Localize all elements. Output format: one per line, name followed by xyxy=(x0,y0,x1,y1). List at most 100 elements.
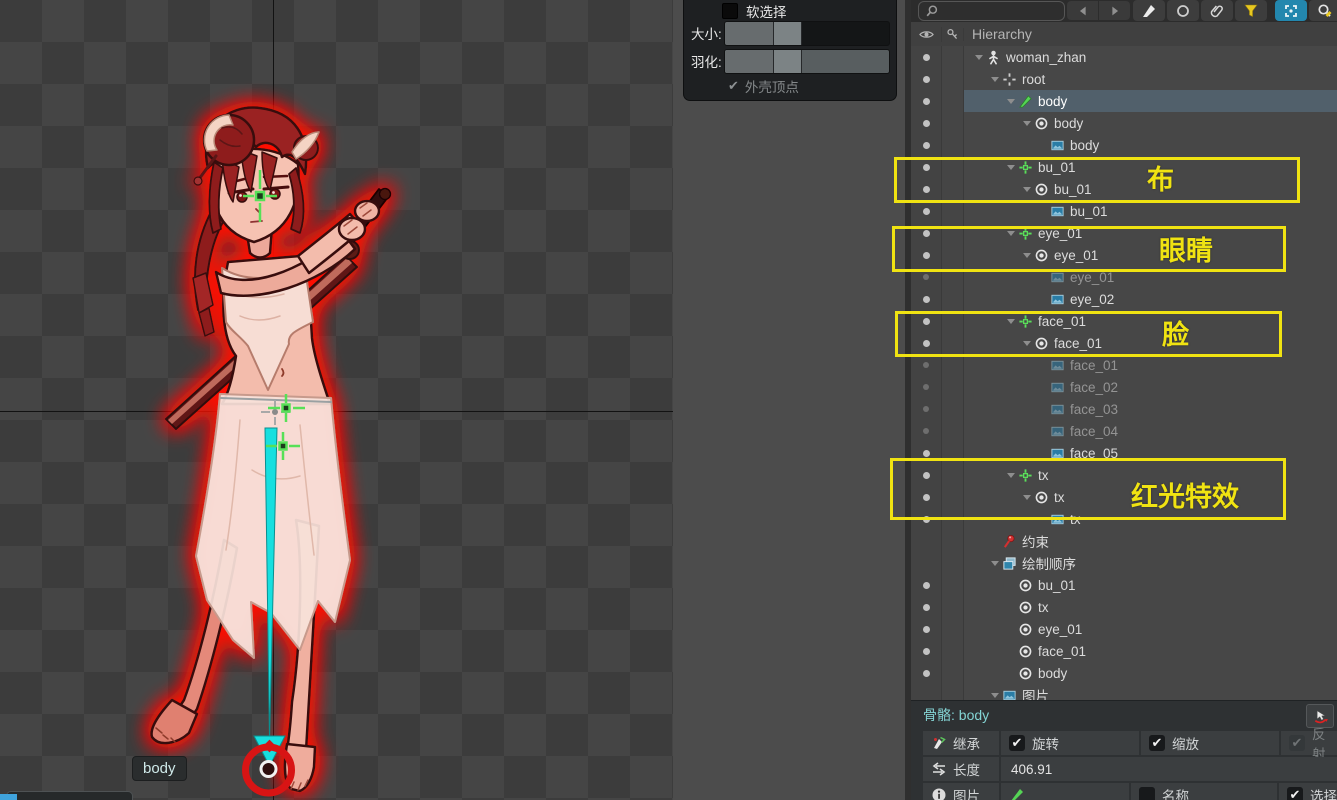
tree-row-bone[interactable]: eye_01 xyxy=(911,222,1337,244)
visibility-dot[interactable] xyxy=(923,516,930,523)
visibility-dot-cell[interactable] xyxy=(911,310,942,332)
visibility-dot[interactable] xyxy=(923,582,930,589)
visibility-dot[interactable] xyxy=(923,76,930,83)
visibility-dot-cell[interactable] xyxy=(911,552,942,574)
tree-row-slot[interactable]: body xyxy=(911,662,1337,684)
tree-row-slot[interactable]: face_01 xyxy=(911,332,1337,354)
visibility-dot-cell[interactable] xyxy=(911,178,942,200)
visibility-dot[interactable] xyxy=(923,472,930,479)
name-checkbox[interactable] xyxy=(1139,787,1155,800)
visibility-dot-cell[interactable] xyxy=(911,332,942,354)
expand-arrow[interactable] xyxy=(1004,231,1018,236)
visibility-dot-cell[interactable] xyxy=(911,442,942,464)
tree-row-image[interactable]: tx xyxy=(911,508,1337,530)
visibility-dot[interactable] xyxy=(923,98,930,105)
visibility-dot[interactable] xyxy=(923,362,929,368)
expand-arrow[interactable] xyxy=(1004,99,1018,104)
visibility-dot-cell[interactable] xyxy=(911,530,942,552)
visibility-dot[interactable] xyxy=(923,626,930,633)
visibility-dot[interactable] xyxy=(923,384,929,390)
visibility-dot[interactable] xyxy=(923,670,930,677)
visibility-dot-cell[interactable] xyxy=(911,618,942,640)
visibility-dot-cell[interactable] xyxy=(911,640,942,662)
tree-row-constraint[interactable]: 约束 xyxy=(911,530,1337,552)
visibility-dot-cell[interactable] xyxy=(911,354,942,376)
tree-row-image[interactable]: 图片 xyxy=(911,684,1337,700)
visibility-dot-cell[interactable] xyxy=(911,662,942,684)
hull-vertices-check-icon[interactable]: ✔ xyxy=(728,78,739,94)
feather-slider[interactable] xyxy=(724,49,890,74)
tree-row-slot[interactable]: eye_01 xyxy=(911,618,1337,640)
tree-row-image[interactable]: face_04 xyxy=(911,420,1337,442)
tree-row-image[interactable]: face_05 xyxy=(911,442,1337,464)
expand-arrow[interactable] xyxy=(988,693,1002,698)
visibility-dot[interactable] xyxy=(923,142,930,149)
tree-row-root[interactable]: root xyxy=(911,68,1337,90)
circle-tool-button[interactable] xyxy=(1167,0,1199,21)
size-slider-handle[interactable] xyxy=(773,22,802,45)
visibility-dot[interactable] xyxy=(923,120,930,127)
search-box[interactable] xyxy=(918,1,1065,21)
visibility-dot-cell[interactable] xyxy=(911,68,942,90)
visibility-dot-cell[interactable] xyxy=(911,486,942,508)
tree-row-image[interactable]: body xyxy=(911,134,1337,156)
visibility-dot-cell[interactable] xyxy=(911,288,942,310)
select-checkbox[interactable]: ✔ xyxy=(1287,787,1303,800)
expand-arrow[interactable] xyxy=(1020,121,1034,126)
pose-copy-button[interactable] xyxy=(1306,704,1334,728)
tree-row-image[interactable]: eye_01 xyxy=(911,266,1337,288)
visibility-dot-cell[interactable] xyxy=(911,90,942,112)
visibility-dot-cell[interactable] xyxy=(911,112,942,134)
visibility-dot-cell[interactable] xyxy=(911,134,942,156)
visibility-dot-cell[interactable] xyxy=(911,376,942,398)
tree-row-skeleton[interactable]: woman_zhan xyxy=(911,46,1337,68)
visibility-dot[interactable] xyxy=(923,494,930,501)
visibility-dot-cell[interactable] xyxy=(911,200,942,222)
expand-arrow[interactable] xyxy=(1004,473,1018,478)
soft-select-checkbox[interactable] xyxy=(722,3,738,19)
length-value[interactable]: 406.91 xyxy=(1001,757,1337,781)
tree-row-image[interactable]: face_03 xyxy=(911,398,1337,420)
visibility-dot-cell[interactable] xyxy=(911,266,942,288)
feather-slider-handle[interactable] xyxy=(773,50,802,73)
tree-row-bonelong[interactable]: body xyxy=(911,90,1337,112)
visibility-dot-cell[interactable] xyxy=(911,420,942,442)
visibility-dot-cell[interactable] xyxy=(911,574,942,596)
visibility-dot[interactable] xyxy=(923,208,930,215)
tree-row-bone[interactable]: tx xyxy=(911,464,1337,486)
tree-row-bone[interactable]: face_01 xyxy=(911,310,1337,332)
visibility-dot[interactable] xyxy=(923,428,929,434)
visibility-dot-cell[interactable] xyxy=(911,398,942,420)
expand-arrow[interactable] xyxy=(1020,495,1034,500)
tree-row-slot[interactable]: tx xyxy=(911,596,1337,618)
search-input[interactable] xyxy=(943,3,1057,19)
tree-row-slot[interactable]: bu_01 xyxy=(911,178,1337,200)
expand-arrow[interactable] xyxy=(988,77,1002,82)
tree-row-image[interactable]: bu_01 xyxy=(911,200,1337,222)
tree-row-image[interactable]: face_02 xyxy=(911,376,1337,398)
expand-arrow[interactable] xyxy=(1004,165,1018,170)
tree-row-image[interactable]: face_01 xyxy=(911,354,1337,376)
viewport-canvas[interactable]: body xyxy=(0,0,673,800)
tree-row-draworder[interactable]: 绘制顺序 xyxy=(911,552,1337,574)
visibility-dot[interactable] xyxy=(923,296,930,303)
visibility-dot[interactable] xyxy=(923,450,930,457)
expand-arrow[interactable] xyxy=(1004,319,1018,324)
visibility-dot[interactable] xyxy=(923,318,930,325)
visibility-dot[interactable] xyxy=(923,604,930,611)
visibility-dot[interactable] xyxy=(923,406,929,412)
visibility-dot[interactable] xyxy=(923,648,930,655)
visibility-dot[interactable] xyxy=(923,230,930,237)
visibility-dot-cell[interactable] xyxy=(911,222,942,244)
tree-row-slot[interactable]: tx xyxy=(911,486,1337,508)
tree-row-slot[interactable]: face_01 xyxy=(911,640,1337,662)
reflect-checkbox[interactable]: ✔ xyxy=(1289,735,1305,751)
forward-button[interactable] xyxy=(1098,1,1130,20)
visibility-dot-cell[interactable] xyxy=(911,156,942,178)
visibility-dot[interactable] xyxy=(923,252,930,259)
expand-arrow[interactable] xyxy=(1020,341,1034,346)
visibility-dot[interactable] xyxy=(923,54,930,61)
expand-arrow[interactable] xyxy=(1020,187,1034,192)
visibility-dot[interactable] xyxy=(923,340,930,347)
visibility-dot-cell[interactable] xyxy=(911,244,942,266)
